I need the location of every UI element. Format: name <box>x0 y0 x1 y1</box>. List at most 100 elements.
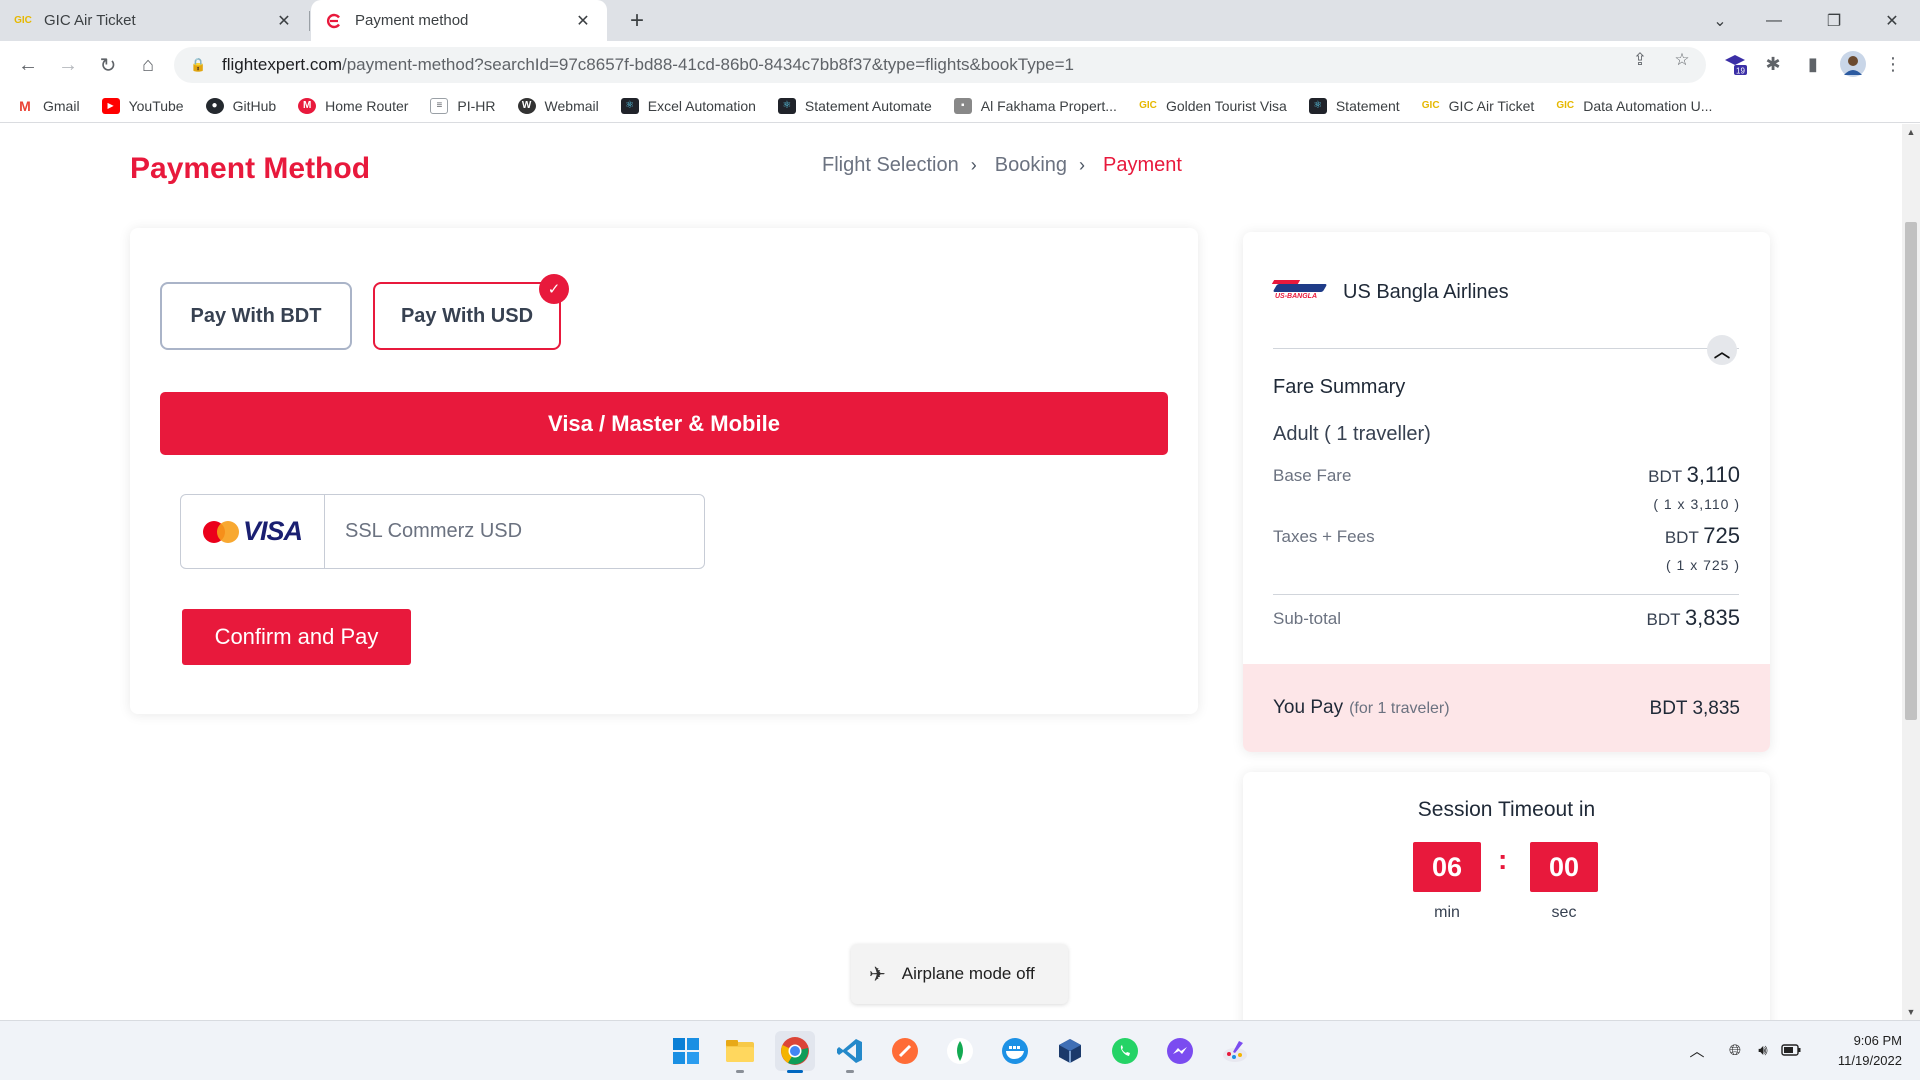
bookmark-youtube[interactable]: ▶ YouTube <box>101 97 184 114</box>
bookmark-webmail[interactable]: W Webmail <box>517 97 599 114</box>
seconds-label: sec <box>1551 904 1577 921</box>
step-booking[interactable]: Booking <box>995 154 1067 177</box>
system-clock[interactable]: 9:06 PM 11/19/2022 <box>1818 1031 1902 1071</box>
extension-badge-count: 19 <box>1736 67 1745 76</box>
step-payment: Payment <box>1103 154 1182 176</box>
forward-arrow-icon[interactable]: → <box>54 51 82 79</box>
gic-icon: GIC <box>1556 100 1575 111</box>
router-icon: M <box>298 97 317 114</box>
bookmark-golden-tourist-visa[interactable]: GIC Golden Tourist Visa <box>1139 98 1287 114</box>
bookmark-data-automation[interactable]: GIC Data Automation U... <box>1556 98 1712 114</box>
pay-with-usd-button[interactable]: Pay With USD ✓ <box>373 274 569 350</box>
new-tab-button[interactable]: + <box>624 7 650 34</box>
share-icon[interactable]: ⇪ <box>1630 50 1650 70</box>
base-fare-breakdown: ( 1 x 3,110 ) <box>1653 496 1740 512</box>
tab-payment-method[interactable]: Payment method ✕ <box>311 0 607 41</box>
extensions-puzzle-icon[interactable]: ✱ <box>1756 47 1790 81</box>
bookmark-gmail[interactable]: M Gmail <box>16 98 79 114</box>
you-pay-amount: BDT 3,835 <box>1649 698 1740 719</box>
language-globe-icon[interactable]: 🌐︎ <box>1724 1039 1746 1061</box>
site-icon: ▪ <box>953 97 972 114</box>
airline-header: US-BANGLA US Bangla Airlines <box>1271 278 1509 306</box>
step-flight-selection[interactable]: Flight Selection <box>822 154 959 177</box>
mongodb-icon[interactable] <box>940 1031 980 1071</box>
mastercard-icon <box>202 520 239 543</box>
bookmark-gic-air-ticket[interactable]: GIC GIC Air Ticket <box>1421 98 1534 114</box>
bookmark-pi-hr[interactable]: ≡ PI-HR <box>430 97 496 114</box>
page-viewport: Payment Method Flight Selection › Bookin… <box>0 124 1920 1020</box>
subtotal-label: Sub-total <box>1273 609 1342 628</box>
breadcrumb: Flight Selection › Booking › Payment <box>822 154 1182 177</box>
payment-gateway-option[interactable]: VISA SSL Commerz USD <box>180 494 705 569</box>
visa-master-mobile-tab[interactable]: Visa / Master & Mobile <box>160 392 1168 455</box>
reload-icon[interactable]: ↻ <box>94 51 122 79</box>
visa-logo-text: VISA <box>242 516 303 546</box>
home-icon[interactable]: ⌂ <box>134 51 162 79</box>
chrome-menu-icon[interactable]: ⋮ <box>1876 47 1910 81</box>
airplane-mode-toast[interactable]: ✈ Airplane mode off <box>851 944 1068 1004</box>
page-scrollbar[interactable]: ▲ ▼ <box>1902 124 1920 1020</box>
tab-gic-air-ticket[interactable]: GIC GIC Air Ticket ✕ <box>0 0 308 41</box>
volume-icon[interactable]: 🔊︎ <box>1752 1039 1774 1061</box>
bookmark-statement-automate[interactable]: ⚛ Statement Automate <box>777 97 932 114</box>
bookmark-al-fakhama[interactable]: ▪ Al Fakhama Propert... <box>953 97 1117 114</box>
taxes-fees-label: Taxes + Fees <box>1273 527 1375 546</box>
tab-search-chevron-icon[interactable]: ⌄ <box>1694 0 1746 41</box>
url-host: flightexpert.com <box>222 55 342 74</box>
bookmark-star-icon[interactable]: ☆ <box>1672 50 1692 70</box>
react-icon: ⚛ <box>1308 97 1327 114</box>
bookmark-github[interactable]: ● GitHub <box>205 97 276 114</box>
bookmark-home-router[interactable]: M Home Router <box>298 97 408 114</box>
payment-card: Pay With BDT Pay With USD ✓ Visa / Maste… <box>130 228 1198 714</box>
url-path: /payment-method?searchId=97c8657f-bd88-4… <box>342 55 1074 74</box>
react-icon: ⚛ <box>777 97 796 114</box>
tab-close-icon[interactable]: ✕ <box>573 11 593 31</box>
session-timeout-card: Session Timeout in 06 : 00 min sec <box>1243 772 1770 1020</box>
virtualbox-icon[interactable] <box>1050 1031 1090 1071</box>
bookmark-statement[interactable]: ⚛ Statement <box>1308 97 1400 114</box>
page-title: Payment Method <box>130 152 371 185</box>
paint-icon[interactable] <box>1215 1031 1255 1071</box>
restore-button[interactable]: ❐ <box>1808 0 1860 41</box>
timer-separator: : <box>1498 844 1508 875</box>
messenger-icon[interactable] <box>1160 1031 1200 1071</box>
gic-icon: GIC <box>1139 100 1157 111</box>
airplane-icon: ✈ <box>869 963 886 986</box>
tab-title: Payment method <box>355 12 469 29</box>
us-bangla-logo: US-BANGLA <box>1271 278 1328 306</box>
scroll-down-icon[interactable]: ▼ <box>1902 1004 1920 1020</box>
gic-icon: GIC <box>1421 100 1440 111</box>
battery-icon[interactable] <box>1780 1039 1802 1061</box>
docker-icon[interactable] <box>995 1031 1035 1071</box>
pay-with-usd-label: Pay With USD <box>400 304 534 327</box>
taxes-fees-amount: BDT 725 <box>1664 523 1740 548</box>
minimize-button[interactable]: — <box>1748 0 1800 41</box>
close-window-button[interactable]: ✕ <box>1866 0 1918 41</box>
gateway-name: SSL Commerz USD <box>345 520 523 542</box>
pay-with-bdt-button[interactable]: Pay With BDT <box>160 282 352 350</box>
windows-start-icon[interactable] <box>666 1031 706 1071</box>
document-icon: ≡ <box>430 97 449 114</box>
taxes-fees-breakdown: ( 1 x 725 ) <box>1665 557 1740 573</box>
address-bar[interactable]: 🔒 flightexpert.com/payment-method?search… <box>174 47 1706 83</box>
extension-badge-icon[interactable]: 19 <box>1718 47 1752 81</box>
show-hidden-icons-chevron[interactable]: ︿ <box>1686 1039 1708 1061</box>
chrome-taskbar-icon[interactable] <box>775 1031 815 1073</box>
tab-close-icon[interactable]: ✕ <box>274 11 294 31</box>
scroll-up-icon[interactable]: ▲ <box>1902 124 1920 140</box>
tab-separator <box>309 11 310 31</box>
bookmark-excel-automation[interactable]: ⚛ Excel Automation <box>620 97 756 114</box>
scrollbar-thumb[interactable] <box>1905 222 1917 720</box>
back-arrow-icon[interactable]: ← <box>14 51 42 79</box>
file-explorer-icon[interactable] <box>720 1031 760 1073</box>
passenger-line: Adult ( 1 traveller) <box>1273 423 1431 445</box>
lock-icon[interactable]: 🔒 <box>190 57 208 73</box>
chevron-up-icon[interactable]: ︿ <box>1707 335 1737 365</box>
side-panel-icon[interactable]: ▮ <box>1796 47 1830 81</box>
postman-icon[interactable] <box>885 1031 925 1071</box>
profile-avatar[interactable] <box>1836 47 1870 81</box>
whatsapp-icon[interactable] <box>1105 1031 1145 1071</box>
toast-text: Airplane mode off <box>901 964 1035 983</box>
confirm-and-pay-button[interactable]: Confirm and Pay <box>182 609 411 665</box>
vscode-icon[interactable] <box>830 1031 870 1073</box>
